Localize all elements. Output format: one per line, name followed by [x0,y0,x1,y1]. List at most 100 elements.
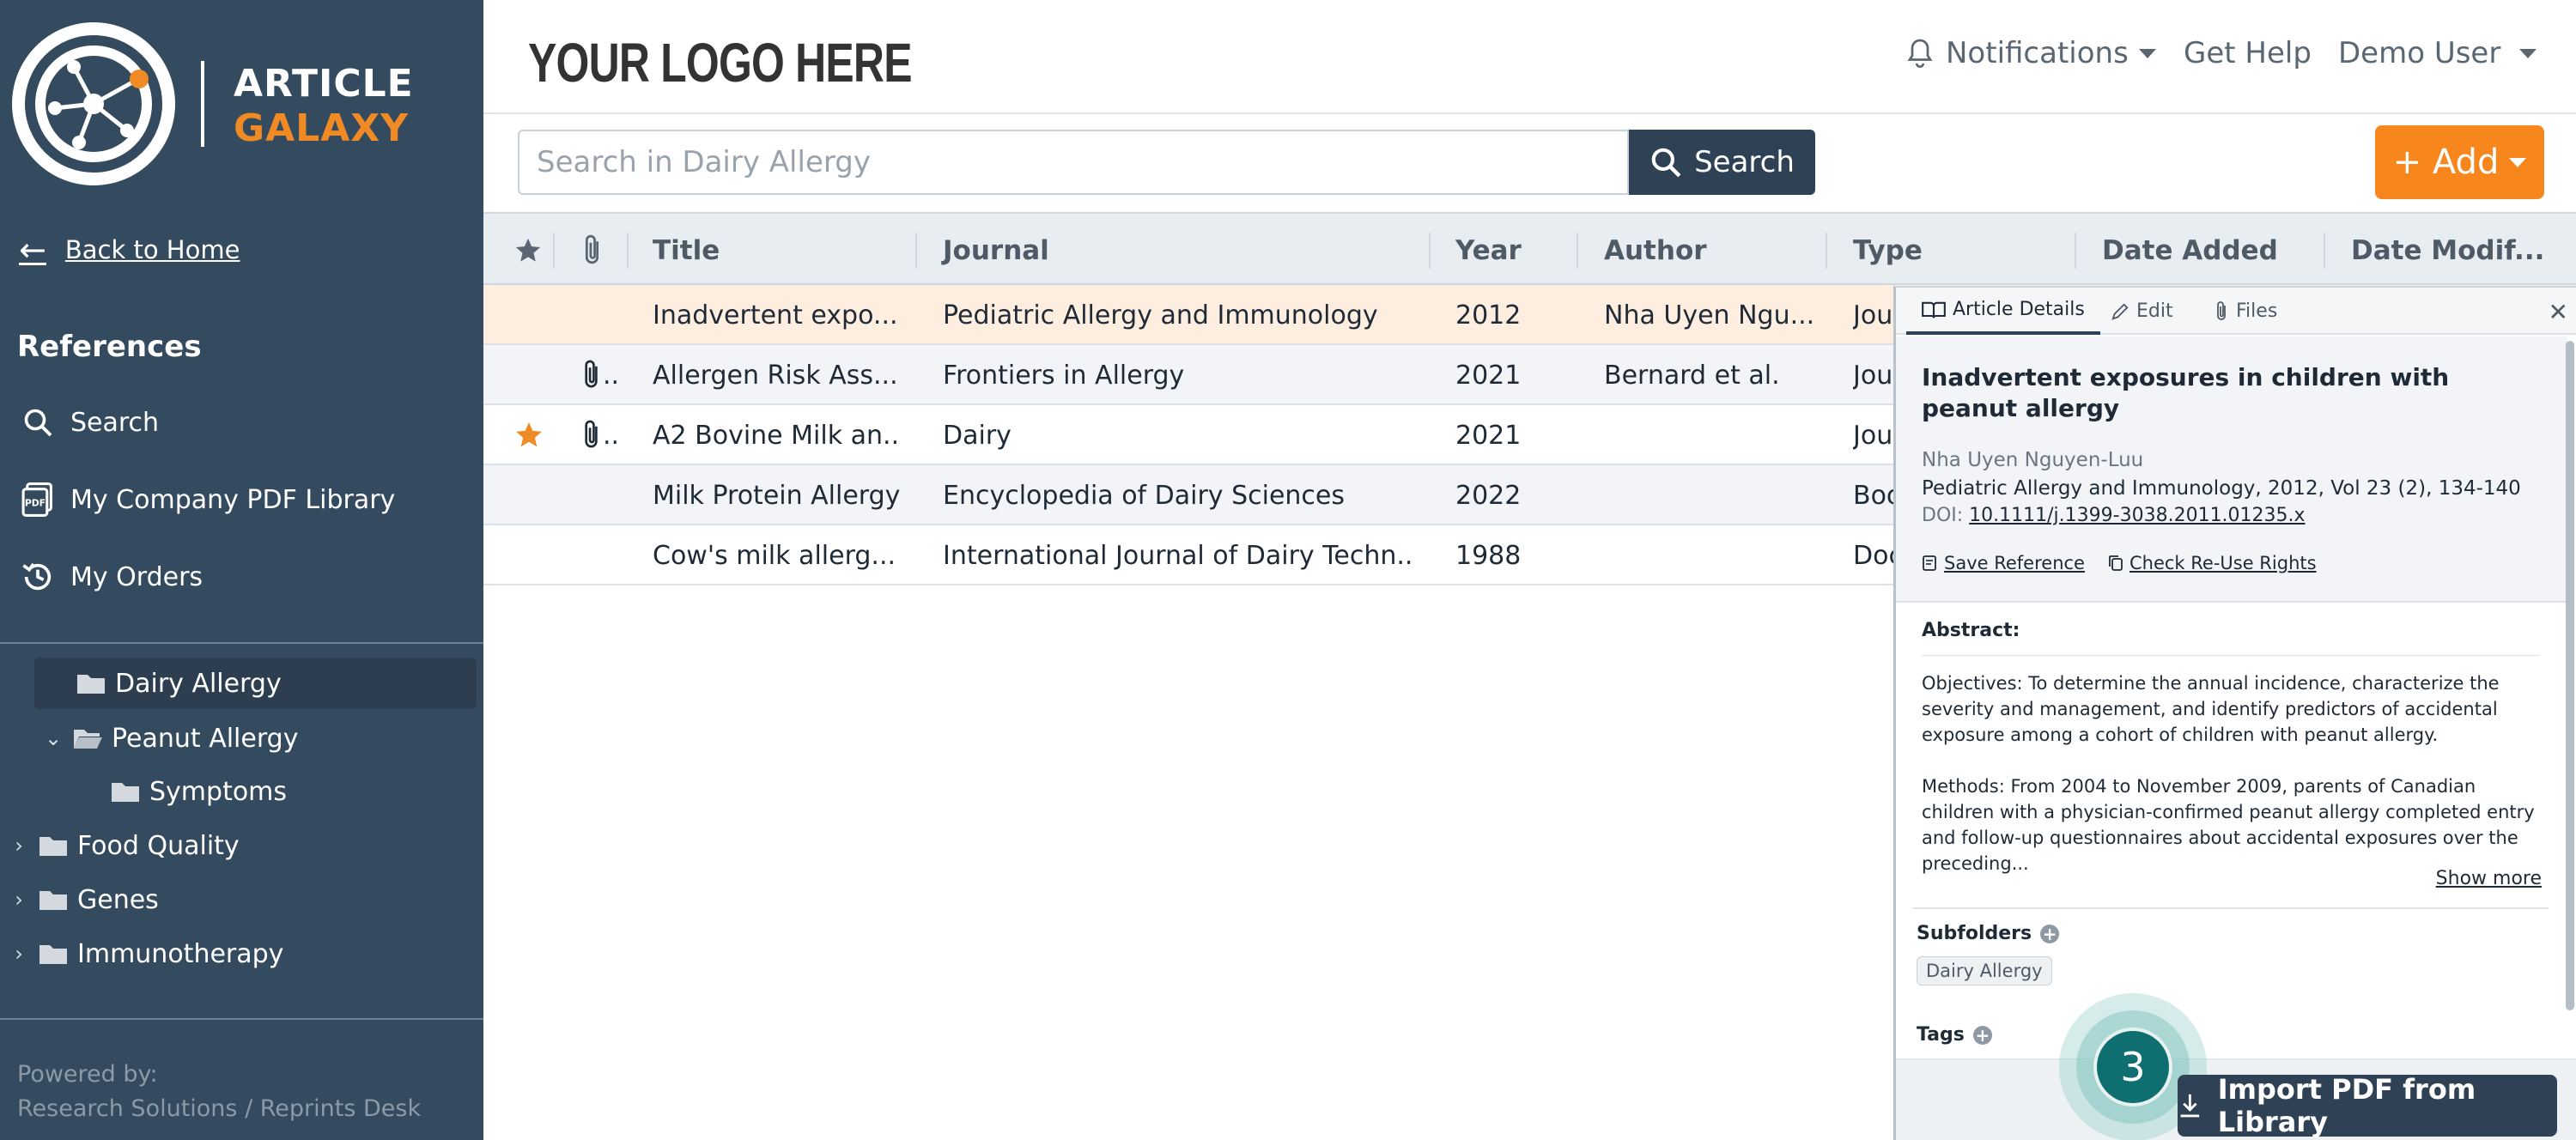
column-separator [2324,233,2325,269]
star-filled-icon[interactable] [513,405,544,465]
folder-immunotherapy[interactable]: › Immunotherapy [9,928,283,979]
folder-label: Immunotherapy [77,938,284,969]
caret-down-icon [2519,48,2537,58]
section-divider [1913,907,2549,909]
folder-food-quality[interactable]: › Food Quality [9,820,240,871]
article-summary: Inadvertent exposures in children with p… [1896,337,2567,603]
column-separator [627,233,629,269]
tab-article-details[interactable]: Article Details [1906,288,2100,335]
search-icon [1651,148,1681,178]
folder-label: Food Quality [77,830,240,861]
subfolders-heading: Subfolders + [1917,923,2060,944]
table-header: Title Journal Year Author Type Date Adde… [483,212,2576,285]
attachment-more: .. [603,360,620,391]
import-pdf-button[interactable]: Import PDF from Library [2178,1073,2557,1138]
tab-edit[interactable]: Edit [2111,288,2173,335]
column-header-author[interactable]: Author [1604,214,1707,287]
cell-year: 1988 [1455,540,1522,571]
sidebar: ARTICLE GALAXY ← Back to Home References… [0,0,483,1140]
panel-scrollbar[interactable] [2566,341,2574,1010]
folder-label: Genes [77,884,159,915]
cell-journal: Dairy [943,420,1012,451]
notifications-dropdown[interactable]: Notifications [1905,36,2156,70]
article-galaxy-logo[interactable]: ARTICLE GALAXY [12,22,413,185]
chevron-right-icon[interactable]: › [9,942,29,966]
copy-icon [2109,555,2123,571]
folder-icon [39,837,67,856]
search-input[interactable] [519,131,1627,193]
cell-journal: International Journal of Dairy Techn... [943,540,1415,571]
column-header-type[interactable]: Type [1853,214,1923,287]
article-title: Inadvertent exposures in children with p… [1922,363,2450,422]
add-button[interactable]: + Add [2375,125,2544,199]
save-reference-label: Save Reference [1944,553,2085,573]
cell-title: A2 Bovine Milk an... [653,420,902,451]
show-more-link[interactable]: Show more [2436,868,2542,889]
add-subfolder-icon[interactable]: + [2040,924,2060,943]
nav-search-label: Search [70,407,160,438]
nav-my-orders[interactable]: My Orders [19,558,203,596]
get-help-label: Get Help [2184,36,2312,70]
attachment-column-header[interactable] [582,214,605,287]
cell-year: 2021 [1455,420,1522,451]
tab-label: Files [2236,300,2278,322]
powered-by: Powered by: Research Solutions / Reprint… [17,1058,421,1126]
subfolder-chip[interactable]: Dairy Allergy [1917,956,2052,985]
add-button-label: + Add [2392,142,2500,182]
user-menu-dropdown[interactable]: Demo User [2338,36,2537,70]
import-count-badge[interactable]: 3 [2093,1028,2172,1107]
top-bar: YOUR LOGO HERE Notifications Get Help De… [483,0,2576,114]
close-icon[interactable]: ✕ [2549,298,2568,326]
history-icon [19,558,57,596]
chevron-right-icon[interactable]: › [9,834,29,858]
folder-genes[interactable]: › Genes [9,874,159,925]
check-reuse-rights-link[interactable]: Check Re-Use Rights [2107,553,2317,573]
check-reuse-rights-label: Check Re-Use Rights [2129,553,2317,573]
cell-author [1604,405,1814,465]
pdf-icon: PDF [19,481,57,518]
column-header-journal[interactable]: Journal [943,214,1049,287]
article-author: Nha Uyen Nguyen-Luu [1922,449,2144,471]
powered-by-label: Powered by: [17,1061,158,1088]
column-header-year[interactable]: Year [1455,214,1522,287]
folder-label: Peanut Allergy [112,723,299,754]
back-to-home-link[interactable]: ← Back to Home [19,233,240,266]
subfolders-label: Subfolders [1917,923,2032,944]
add-tag-icon[interactable]: + [1972,1025,1992,1045]
attachment-more: .. [603,420,620,451]
column-separator [1577,233,1578,269]
star-column-header[interactable] [513,214,543,287]
cell-author: Bernard et al. [1604,360,1780,391]
search-button[interactable]: Search [1629,130,1815,195]
get-help-link[interactable]: Get Help [2184,36,2312,70]
folder-dairy-allergy[interactable]: Dairy Allergy [34,658,477,709]
column-separator [915,233,917,269]
tab-label: Article Details [1953,299,2085,320]
chevron-down-icon[interactable]: ⌄ [43,726,64,750]
chevron-right-icon[interactable]: › [9,888,29,912]
folder-symptoms[interactable]: Symptoms [110,766,287,817]
nav-pdf-library-label: My Company PDF Library [70,484,396,515]
doi-link[interactable]: 10.1111/j.1399-3038.2011.01235.x [1969,505,2305,526]
article-journal-info: Pediatric Allergy and Immunology, 2012, … [1922,477,2521,500]
caret-down-icon [2509,157,2527,167]
paperclip-icon[interactable]: .. [582,405,619,465]
save-reference-link[interactable]: Save Reference [1922,553,2085,573]
cell-journal: Encyclopedia of Dairy Sciences [943,480,1346,511]
column-header-title[interactable]: Title [653,214,720,287]
nav-search[interactable]: Search [19,403,159,441]
cell-title: Cow's milk allerg... [653,540,896,571]
logo-word-article: ARTICLE [234,62,414,106]
tab-files[interactable]: Files [2215,288,2277,335]
folder-icon [39,891,67,910]
nav-pdf-library[interactable]: PDF My Company PDF Library [19,481,395,518]
column-separator [2075,233,2076,269]
column-header-date-modified[interactable]: Date Modif... [2351,214,2544,287]
paperclip-icon[interactable]: .. [582,345,619,405]
column-header-date-added[interactable]: Date Added [2102,214,2278,287]
sidebar-divider [0,1018,483,1020]
folder-icon [112,783,139,802]
folder-peanut-allergy[interactable]: ⌄ Peanut Allergy [43,712,299,764]
folder-icon [39,945,67,964]
abstract-heading: Abstract: [1922,620,2020,641]
